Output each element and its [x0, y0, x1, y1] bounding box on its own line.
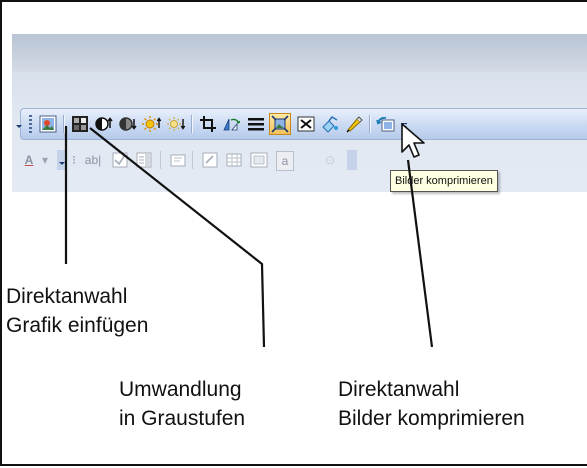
checkbox-field-icon[interactable] — [110, 149, 130, 171]
format-picture-icon — [322, 116, 338, 133]
rotate-button[interactable] — [221, 113, 243, 135]
font-color-button[interactable]: A — [20, 149, 38, 171]
protect-form-icon[interactable]: ⊙ — [320, 149, 340, 171]
crop-button[interactable] — [197, 113, 219, 135]
insert-picture-icon — [39, 115, 57, 133]
toolbar-separator — [191, 115, 193, 133]
rotate-icon — [223, 118, 241, 131]
dropdown-arrow-icon[interactable]: ▾ — [40, 149, 50, 171]
window-titlebar — [12, 34, 587, 72]
screenshot-frame: A ▾ ⁝ ab| a ⊙ Bilder komprimieren Direkt… — [0, 0, 587, 466]
line-style-icon — [248, 118, 264, 131]
compress-pictures-button[interactable] — [269, 113, 291, 135]
text-wrapping-button[interactable] — [295, 113, 317, 135]
text-wrapping-icon — [297, 116, 315, 132]
formatting-toolbar: A ▾ ⁝ ab| a ⊙ — [20, 146, 587, 174]
less-contrast-button[interactable] — [117, 113, 139, 135]
crop-icon — [200, 116, 216, 132]
annotation-graustufen: Umwandlung in Graustufen — [119, 375, 245, 433]
set-transparent-color-button[interactable] — [343, 113, 365, 135]
color-grayscale-button[interactable] — [69, 113, 91, 135]
toolbar-options-icon[interactable] — [56, 149, 68, 171]
less-brightness-icon — [167, 117, 186, 131]
more-contrast-icon — [95, 117, 113, 131]
toolbar-separator — [63, 115, 65, 133]
more-contrast-button[interactable] — [93, 113, 115, 135]
toolbar-separator — [192, 151, 193, 169]
dropdown-field-icon[interactable] — [134, 149, 154, 171]
toolbar-separator — [160, 151, 161, 169]
toolbar-separator — [369, 115, 371, 133]
text-box-icon[interactable] — [200, 149, 220, 171]
annotation-line: Umwandlung — [119, 378, 242, 401]
reset-picture-button[interactable] — [375, 113, 397, 135]
annotation-line: in Graustufen — [119, 407, 246, 430]
toolbar-options-icon[interactable] — [15, 113, 23, 135]
format-picture-button[interactable] — [319, 113, 341, 135]
toolbar-grip[interactable] — [29, 115, 32, 133]
annotation-line: Direktanwahl — [6, 285, 128, 308]
toolbar-grip[interactable]: ⁝ — [72, 149, 76, 171]
color-grayscale-icon — [72, 116, 88, 132]
mouse-cursor-icon — [401, 123, 425, 158]
annotation-bilder-komprimieren: Direktanwahl Bilder komprimieren — [338, 375, 525, 433]
text-field-button[interactable]: ab| — [80, 149, 106, 171]
less-contrast-icon — [119, 117, 137, 131]
insert-table-icon[interactable] — [224, 149, 244, 171]
picture-toolbar — [16, 108, 587, 140]
tooltip: Bilder komprimieren — [390, 170, 498, 192]
annotation-grafik-einfuegen: Direktanwahl Grafik einfügen — [6, 282, 148, 340]
field-properties-icon[interactable] — [168, 149, 188, 171]
annotation-line: Grafik einfügen — [6, 314, 149, 337]
annotation-line: Direktanwahl — [338, 378, 460, 401]
line-style-button[interactable] — [245, 113, 267, 135]
compress-pictures-icon — [271, 115, 289, 133]
insert-frame-icon[interactable] — [248, 149, 270, 171]
insert-picture-button[interactable] — [37, 113, 59, 135]
annotation-line: Bilder komprimieren — [338, 407, 525, 430]
reset-picture-icon — [376, 116, 395, 132]
set-transparent-color-icon — [346, 116, 363, 133]
less-brightness-button[interactable] — [165, 113, 187, 135]
more-brightness-button[interactable] — [141, 113, 163, 135]
more-brightness-icon — [142, 116, 162, 132]
toolbar-options-icon[interactable] — [346, 149, 358, 171]
shading-button[interactable]: a — [276, 151, 294, 171]
